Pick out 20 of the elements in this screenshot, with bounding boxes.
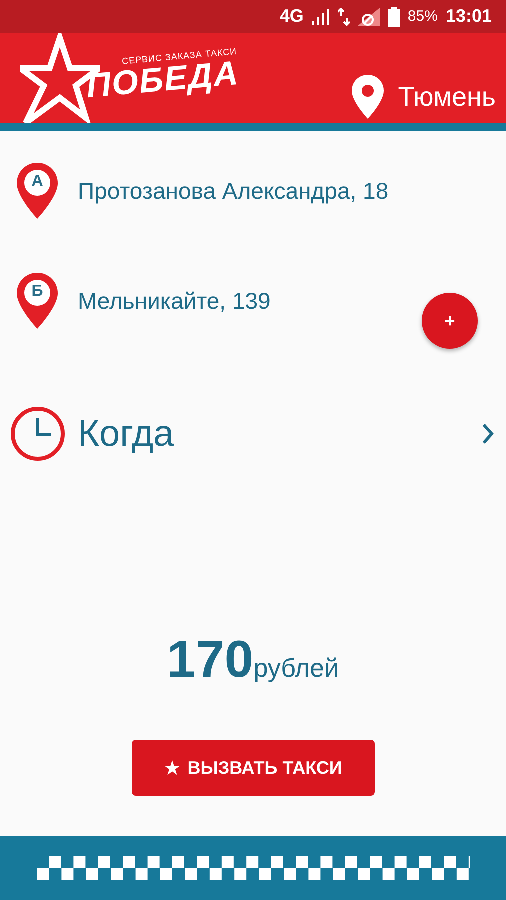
network-type: 4G (280, 6, 304, 27)
price-currency: рублей (254, 653, 340, 684)
location-pin-icon (352, 75, 384, 119)
signal-icon (312, 8, 330, 24)
clock-time: 13:01 (446, 6, 492, 27)
address-text[interactable]: Мельникайте, 139 (78, 288, 271, 314)
city-selector[interactable]: Тюмень (398, 82, 496, 112)
battery-icon (388, 6, 400, 26)
map-pin-icon: А (17, 163, 58, 219)
address-text[interactable]: Протозанова Александра, 18 (78, 178, 389, 204)
no-signal-icon (358, 8, 380, 26)
when-selector[interactable]: Когда (0, 399, 506, 469)
price-amount: 170 (166, 630, 254, 690)
chevron-right-icon (482, 423, 494, 445)
order-taxi-button[interactable]: ★ ВЫЗВАТЬ ТАКСИ (132, 740, 374, 796)
clock-icon (10, 406, 66, 462)
map-pin-icon: Б (17, 273, 58, 329)
add-stop-button[interactable]: + (422, 293, 478, 349)
battery-level: 85% (408, 8, 438, 25)
data-arrows-icon (338, 8, 350, 26)
